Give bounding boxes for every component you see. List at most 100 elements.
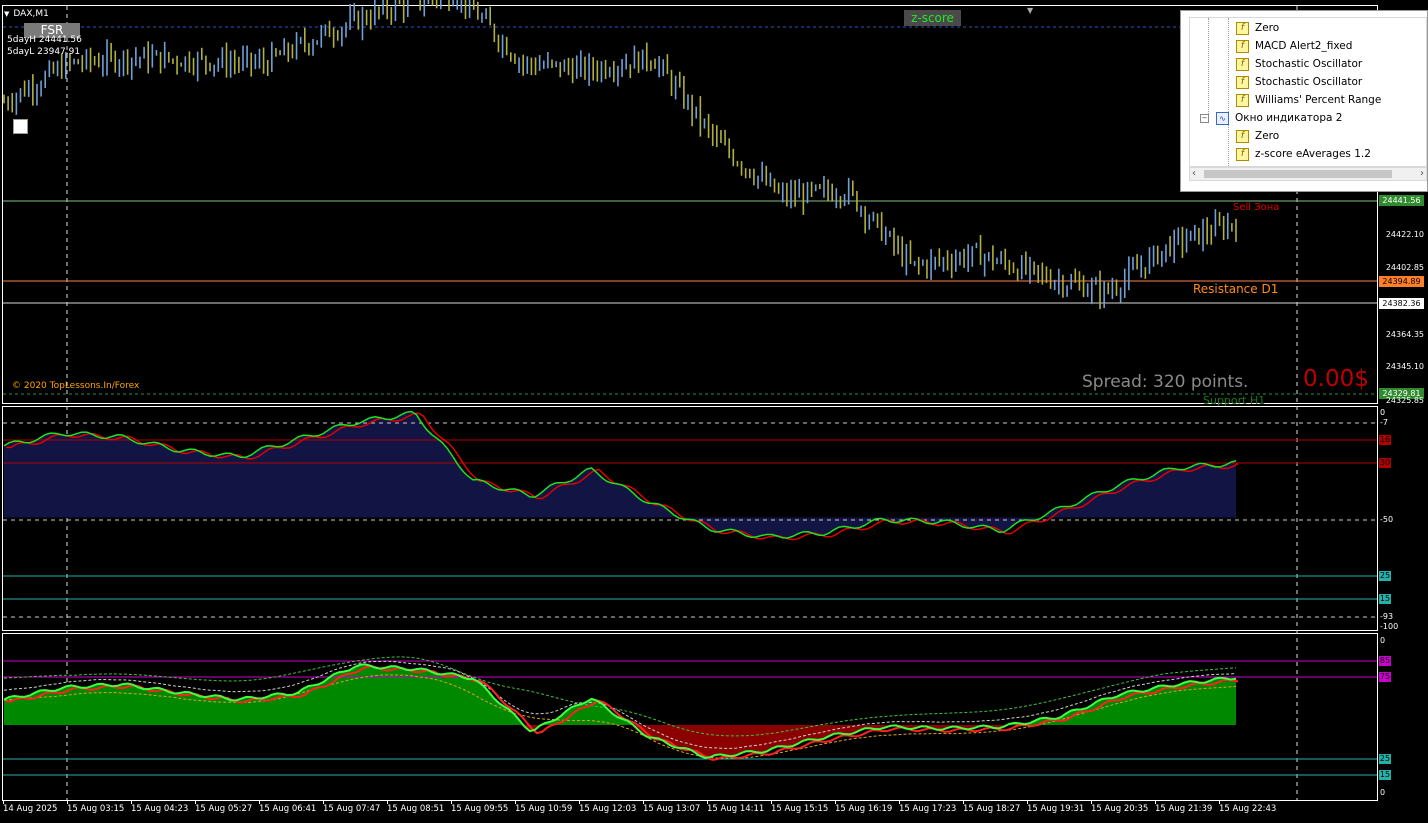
time-axis-label: 15 Aug 22:43: [1219, 804, 1277, 814]
time-axis-label: 15 Aug 03:15: [67, 804, 125, 814]
navigator-item-label: Stochastic Oscillator: [1255, 58, 1363, 70]
navigator-window[interactable]: f Zero f MACD Alert2_fixed f Stochastic Osc…: [1180, 10, 1428, 192]
navigator-item[interactable]: f Stochastic Oscillator: [1236, 55, 1362, 73]
time-axis-label: 15 Aug 20:35: [1091, 804, 1149, 814]
navigator-item-label: Окно индикатора 2: [1235, 112, 1343, 124]
indicator-icon: f: [1236, 147, 1249, 161]
time-axis-label: 15 Aug 16:19: [835, 804, 893, 814]
time-axis-tick: [1027, 800, 1028, 804]
chart-symbol[interactable]: ▼ DAX,M1: [4, 9, 49, 19]
time-axis-tick: [387, 800, 388, 804]
time-axis-tick: [323, 800, 324, 804]
five-day-high-label: 5dayH 24441.56: [7, 35, 82, 45]
indicator1-axis-label: -50: [1380, 515, 1394, 524]
navigator-item-label: Zero: [1255, 22, 1280, 34]
price-box: 24382.36: [1379, 298, 1424, 309]
time-axis-label: 15 Aug 14:11: [707, 804, 765, 814]
copyright-label: © 2020 TopLessons.In/Forex: [12, 381, 140, 391]
price-box: 24394.89: [1379, 276, 1424, 287]
chart-checkbox[interactable]: [13, 119, 28, 134]
time-axis-label: 15 Aug 17:23: [899, 804, 957, 814]
time-axis-tick: [643, 800, 644, 804]
time-axis-label: 14 Aug 2025: [3, 804, 58, 814]
indicator2-level-box: 25: [1379, 754, 1391, 764]
navigator-item[interactable]: f Williams' Percent Range: [1236, 91, 1381, 109]
time-axis-tick: [3, 800, 4, 804]
price-label: 24364.35: [1385, 330, 1424, 339]
price-box: 24441.56: [1379, 195, 1424, 206]
time-axis-label: 15 Aug 10:59: [515, 804, 573, 814]
time-axis-label: 15 Aug 05:27: [195, 804, 253, 814]
resistance-label: Resistance D1: [1193, 282, 1279, 296]
indicator2-axis-label: 0: [1380, 636, 1386, 645]
scroll-marker-icon[interactable]: ▼: [1027, 6, 1033, 15]
chevron-down-icon[interactable]: ▼: [4, 10, 9, 18]
time-axis-label: 15 Aug 08:51: [387, 804, 445, 814]
time-axis-tick: [1091, 800, 1092, 804]
spread-label: Spread: 320 points.: [1082, 372, 1249, 392]
navigator-item[interactable]: f Zero: [1236, 127, 1279, 145]
time-axis-tick: [835, 800, 836, 804]
scroll-left-icon[interactable]: ‹: [1192, 168, 1196, 180]
navigator-item[interactable]: f Zero: [1236, 19, 1279, 37]
indicator-icon: f: [1236, 129, 1249, 143]
indicator1-axis-label: 0: [1380, 408, 1386, 417]
navigator-item[interactable]: ∿ Окно индикатора 2: [1216, 109, 1342, 127]
price-label: 24422.10: [1385, 230, 1424, 239]
indicator-icon: f: [1236, 75, 1249, 89]
navigator-item-label: Zero: [1255, 130, 1280, 142]
time-axis-label: 15 Aug 15:15: [771, 804, 829, 814]
scrollbar-thumb[interactable]: [1204, 170, 1392, 178]
time-axis-tick: [707, 800, 708, 804]
time-axis-tick: [1219, 800, 1220, 804]
navigator-item-label: z-score eAverages 1.2: [1255, 148, 1371, 160]
price-label: 24345.10: [1385, 362, 1424, 371]
price-label: 24325.85: [1385, 396, 1424, 405]
time-axis-tick: [195, 800, 196, 804]
sell-zone-label: Sell Зона: [1233, 202, 1280, 213]
time-axis-tick: [131, 800, 132, 804]
navigator-item-label: Stochastic Oscillator: [1255, 76, 1363, 88]
indicator2-axis-label: 0: [1380, 788, 1386, 797]
navigator-item[interactable]: f MACD Alert2_fixed: [1236, 37, 1352, 55]
zscore-button[interactable]: z-score: [904, 10, 961, 26]
indicator-icon: f: [1236, 39, 1249, 53]
indicator2-level-box: 75: [1379, 672, 1391, 682]
horizontal-scrollbar[interactable]: ‹ ›: [1189, 167, 1427, 181]
time-axis-label: 15 Aug 19:31: [1027, 804, 1085, 814]
time-axis-label: 15 Aug 04:23: [131, 804, 189, 814]
time-axis-label: 15 Aug 12:03: [579, 804, 637, 814]
indicator1-axis-label: -7: [1380, 418, 1388, 427]
indicator-icon: f: [1236, 21, 1249, 35]
indicator1-level-box: 15: [1379, 594, 1391, 604]
collapse-icon[interactable]: −: [1200, 114, 1209, 123]
navigator-item[interactable]: f z-score eAverages 1.2: [1236, 145, 1371, 163]
time-axis-tick: [259, 800, 260, 804]
window-icon: ∿: [1216, 111, 1229, 125]
time-axis-tick: [1155, 800, 1156, 804]
time-axis-label: 15 Aug 07:47: [323, 804, 381, 814]
support-label: Support H1: [1203, 394, 1266, 407]
time-axis-tick: [515, 800, 516, 804]
symbol-label: DAX,M1: [13, 9, 49, 19]
profit-label: 0.00$: [1303, 366, 1369, 392]
scroll-right-icon[interactable]: ›: [1420, 168, 1424, 180]
indicator1-level-box: 25: [1379, 571, 1391, 581]
time-axis-tick: [579, 800, 580, 804]
time-axis-tick: [67, 800, 68, 804]
navigator-item-label: MACD Alert2_fixed: [1255, 40, 1353, 52]
time-axis-tick: [899, 800, 900, 804]
indicator1-axis-label: -100: [1380, 622, 1399, 631]
indicator2-level-box: 85: [1379, 656, 1391, 666]
navigator-item-label: Williams' Percent Range: [1255, 94, 1382, 106]
indicator-icon: f: [1236, 93, 1249, 107]
time-axis-label: 15 Aug 18:27: [963, 804, 1021, 814]
navigator-tree[interactable]: f Zero f MACD Alert2_fixed f Stochastic Osc…: [1189, 17, 1427, 167]
indicator1-level-box: 16: [1379, 435, 1391, 445]
navigator-item[interactable]: f Stochastic Oscillator: [1236, 73, 1362, 91]
indicator-icon: f: [1236, 57, 1249, 71]
time-axis-label: 15 Aug 21:39: [1155, 804, 1213, 814]
time-axis-tick: [451, 800, 452, 804]
time-axis-tick: [963, 800, 964, 804]
time-axis-label: 15 Aug 09:55: [451, 804, 509, 814]
